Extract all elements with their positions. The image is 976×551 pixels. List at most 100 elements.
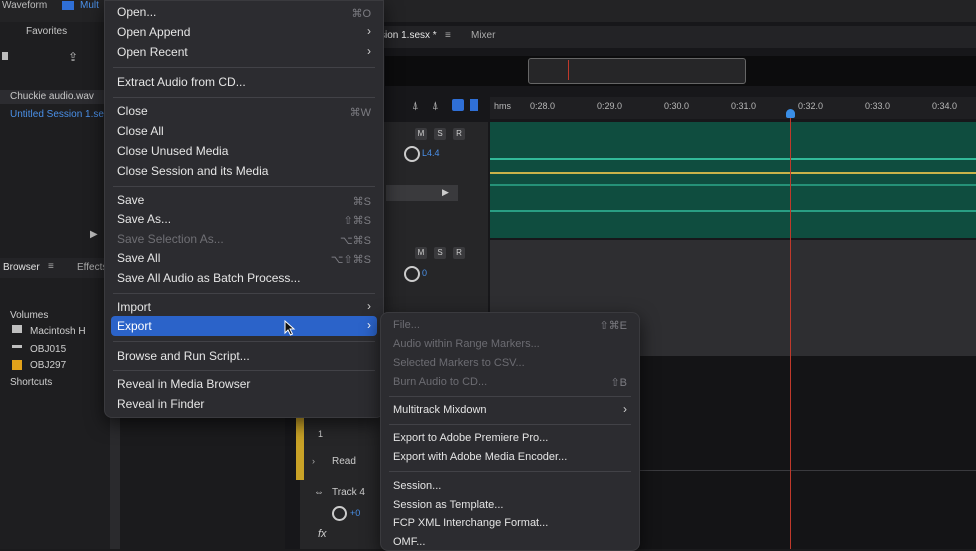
chevron-right-icon: › [312,456,315,466]
automation-mode-select[interactable]: › Read [312,454,382,470]
submenu-item-multitrack-mixdown[interactable]: Multitrack Mixdown [393,404,487,416]
menu-item-close[interactable]: Close [117,104,148,118]
record-arm-button[interactable]: R [453,128,465,140]
record-arm-button[interactable]: R [453,247,465,259]
submenu-item-session-template[interactable]: Session as Template... [393,499,503,511]
snap-icon[interactable]: ⍋ [412,100,419,113]
session-tab[interactable]: sion 1.sesx * [380,30,437,41]
track-4-name[interactable]: Track 4 [332,487,365,498]
ruler-tick: 0:30.0 [664,101,690,111]
file-item-chuckie-audio[interactable]: Chuckie audio.wav [10,91,94,102]
track-2-volume[interactable]: 0 [422,268,427,278]
submenu-item-session[interactable]: Session... [393,480,441,492]
menu-separator [113,370,375,371]
new-file-icon[interactable] [2,52,8,60]
multitrack-icon [62,1,74,10]
chevron-right-icon: › [367,24,371,38]
mute-button[interactable]: M [415,128,427,140]
menu-item-reveal-finder[interactable]: Reveal in Finder [117,397,204,411]
browser-tab[interactable]: Browser [3,262,40,273]
menu-separator [113,293,375,294]
chevron-right-icon: › [367,44,371,58]
effects-tab[interactable]: Effects [77,262,107,273]
volume-knob-icon[interactable] [332,506,347,521]
submenu-item-media-encoder[interactable]: Export with Adobe Media Encoder... [393,451,567,463]
menu-separator [389,471,631,472]
volume-knob-icon[interactable] [404,146,420,162]
chevron-right-icon: ▶ [442,187,449,197]
solo-button[interactable]: S [434,247,446,259]
menu-item-save-all[interactable]: Save All [117,251,160,265]
file-item-untitled-session[interactable]: Untitled Session 1.se [10,109,104,120]
shortcut-save-selection: ⌥⌘S [339,235,371,247]
pin-icon[interactable] [470,99,478,111]
volume-knob-icon[interactable] [404,266,420,282]
drive-icon [12,360,22,370]
menu-item-browse-run-script[interactable]: Browse and Run Script... [117,349,250,363]
fx-icon[interactable]: fx [318,528,327,540]
file-menu: Open... ⌘O Open Append › Open Recent › E… [104,0,384,418]
playhead-handle[interactable] [786,109,795,118]
menu-item-open-recent[interactable]: Open Recent [117,45,188,59]
shortcut-burn-cd: ⇧B [610,377,627,389]
track-1-lane[interactable] [490,122,976,238]
import-icon[interactable]: ⇪ [68,50,78,64]
solo-button[interactable]: S [434,128,446,140]
overview-viewport[interactable] [528,58,746,84]
tab-menu-icon[interactable]: ≡ [445,30,451,41]
menu-item-close-unused-media[interactable]: Close Unused Media [117,144,228,158]
ruler-tick: 0:31.0 [731,101,757,111]
volumes-label[interactable]: Volumes [10,310,48,321]
chevron-right-icon: › [623,402,627,416]
track-1-volume[interactable]: L4.4 [422,148,440,158]
track-4-volume[interactable]: +0 [350,508,360,518]
mute-button[interactable]: M [415,247,427,259]
menu-separator [113,97,375,98]
waveform-line [490,158,976,160]
waveform-tab[interactable]: Waveform [2,0,47,11]
menu-item-save-selection-as: Save Selection As... [117,232,224,246]
favorites-label[interactable]: Favorites [26,26,67,44]
time-ruler[interactable]: hms 0:28.0 0:29.0 0:30.0 0:31.0 0:32.0 0… [490,97,976,119]
menu-item-open-append[interactable]: Open Append [117,25,190,39]
shortcut-export-file: ⇧⌘E [599,320,627,332]
submenu-item-export-premiere[interactable]: Export to Adobe Premiere Pro... [393,432,548,444]
mixer-tab[interactable]: Mixer [471,30,495,41]
panel-scrollbar[interactable] [110,410,120,549]
chevron-right-icon: › [367,318,371,332]
overview-playhead [568,60,569,80]
menu-item-extract-audio[interactable]: Extract Audio from CD... [117,75,246,89]
submenu-item-file: File... [393,319,420,331]
ruler-tick: 0:28.0 [530,101,556,111]
magnet-icon[interactable] [452,99,464,111]
menu-item-import[interactable]: Import [117,300,151,314]
submenu-item-fcp-xml[interactable]: FCP XML Interchange Format... [393,517,548,529]
chevron-right-icon: › [367,299,371,313]
multitrack-tab[interactable]: Mult [80,0,99,11]
playhead[interactable] [790,110,791,549]
menu-item-save[interactable]: Save [117,193,144,207]
volume-obj015[interactable]: OBJ015 [30,344,66,355]
shortcuts-label[interactable]: Shortcuts [10,377,52,388]
menu-item-open[interactable]: Open... [117,5,156,19]
track-4-name-prefix: ⇔ [314,487,324,498]
menu-item-close-session[interactable]: Close Session and its Media [117,164,268,178]
shortcut-save-as: ⇧⌘S [343,215,371,227]
track-3-input[interactable]: 1 [318,429,323,439]
panel-menu-icon[interactable]: ≡ [48,261,54,272]
volume-envelope[interactable] [490,172,976,174]
submenu-item-omf[interactable]: OMF... [393,536,425,548]
marker-icon[interactable]: ⍋ [432,100,439,113]
files-toolbar: ⇪ [0,50,104,64]
volume-obj297[interactable]: OBJ297 [30,360,66,371]
volume-macintosh-hd[interactable]: Macintosh H [30,326,86,337]
menu-item-close-all[interactable]: Close All [117,124,164,138]
menu-item-save-as[interactable]: Save As... [117,212,171,226]
play-icon[interactable]: ▶ [90,229,98,240]
menu-separator [389,396,631,397]
menu-item-save-batch[interactable]: Save All Audio as Batch Process... [117,271,300,285]
shortcut-save: ⌘S [352,196,371,208]
menu-item-reveal-media-browser[interactable]: Reveal in Media Browser [117,377,250,391]
waveform-line [490,210,976,212]
menu-item-export[interactable]: Export [117,319,152,333]
